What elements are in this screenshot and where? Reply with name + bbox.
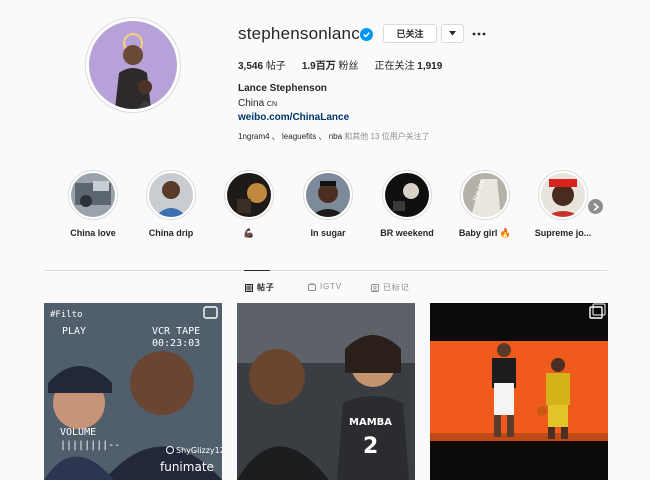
- highlight-label: BR weekend: [380, 228, 434, 238]
- highlight-in-sugar[interactable]: In sugar: [300, 170, 356, 238]
- highlight-china-drip[interactable]: China drip: [143, 170, 199, 238]
- caret-down-icon: [449, 31, 456, 36]
- followers-stat[interactable]: 1.9百万 粉丝: [302, 57, 359, 72]
- following-stat[interactable]: 正在关注 1,919: [375, 57, 443, 72]
- highlights-next-button[interactable]: [588, 199, 603, 214]
- highlight-cover: [149, 173, 193, 217]
- post-volume-bars: ||||||||--: [60, 440, 120, 451]
- highlight-label: 💪🏿: [243, 228, 255, 238]
- highlight-label: China drip: [148, 228, 194, 238]
- following-button[interactable]: 已关注: [383, 24, 437, 43]
- tabs-divider: [44, 270, 607, 271]
- highlight-china-love[interactable]: China love: [65, 170, 121, 238]
- tab-igtv[interactable]: IGTV: [308, 282, 342, 291]
- active-tab-indicator: [244, 270, 270, 271]
- profile-username: stephensonlance: [238, 24, 370, 43]
- profile-bio: China CN: [238, 98, 278, 109]
- followed-by-text[interactable]: 1ngram4 、 leaguefits 、 nba 和其他 13 位用户关注了: [238, 131, 430, 142]
- jersey-number-text: 2: [363, 434, 378, 459]
- chevron-right-icon: [593, 202, 599, 211]
- profile-website-link[interactable]: weibo.com/ChinaLance: [238, 112, 349, 123]
- post-thumbnail-2[interactable]: MAMBA 2: [237, 303, 415, 480]
- highlight-cover: [71, 173, 115, 217]
- suggested-dropdown-button[interactable]: [441, 24, 464, 43]
- highlight-cover: [306, 173, 350, 217]
- avatar-image: [89, 21, 177, 109]
- post-play-text: PLAY: [62, 326, 86, 337]
- highlight-cover: [385, 173, 429, 217]
- highlight-supreme[interactable]: Supreme jo...: [535, 170, 591, 238]
- more-options-button[interactable]: [470, 24, 488, 43]
- grid-icon: [245, 283, 253, 292]
- post-watermark: funimate: [160, 460, 214, 474]
- post-vcr-text: VCR TAPE: [152, 326, 200, 337]
- profile-full-name: Lance Stephenson: [238, 83, 327, 94]
- tab-tagged[interactable]: 已标记: [371, 282, 409, 293]
- flag-cn: CN: [266, 101, 278, 108]
- highlight-label: China love: [70, 228, 116, 238]
- post-thumbnail-1[interactable]: #Filto PLAY VCR TAPE 00:23:03 VOLUME |||…: [44, 303, 222, 480]
- post-volume-text: VOLUME: [60, 427, 96, 438]
- highlight-cover: [541, 173, 585, 217]
- tag-icon: [371, 283, 379, 292]
- tab-posts[interactable]: 帖子: [245, 282, 275, 293]
- jersey-brand-text: MAMBA: [349, 417, 392, 428]
- post-filter-text: #Filto: [50, 310, 83, 320]
- highlight-label: In sugar: [310, 228, 346, 238]
- highlight-br-weekend[interactable]: BR weekend: [379, 170, 435, 238]
- highlight-baby-girl[interactable]: Ice ice Baby girl 🔥: [457, 170, 513, 239]
- profile-stats: 3,546 帖子 1.9百万 粉丝 正在关注 1,919: [238, 57, 442, 72]
- post-handle-text: ShyGlizzy123: [176, 446, 222, 455]
- highlight-label: Supreme jo...: [534, 228, 592, 238]
- igtv-icon: [308, 282, 316, 291]
- highlight-muscle[interactable]: 💪🏿: [221, 170, 277, 239]
- highlight-cover: [227, 173, 271, 217]
- posts-stat: 3,546 帖子: [238, 61, 286, 72]
- ellipsis-icon: [472, 32, 486, 35]
- post-time-text: 00:23:03: [152, 338, 200, 349]
- verified-badge-icon: [360, 28, 373, 41]
- highlight-label: Baby girl 🔥: [458, 228, 512, 238]
- post-thumbnail-3[interactable]: [430, 303, 608, 480]
- highlight-cover: Ice ice: [463, 173, 507, 217]
- profile-avatar[interactable]: [85, 17, 181, 113]
